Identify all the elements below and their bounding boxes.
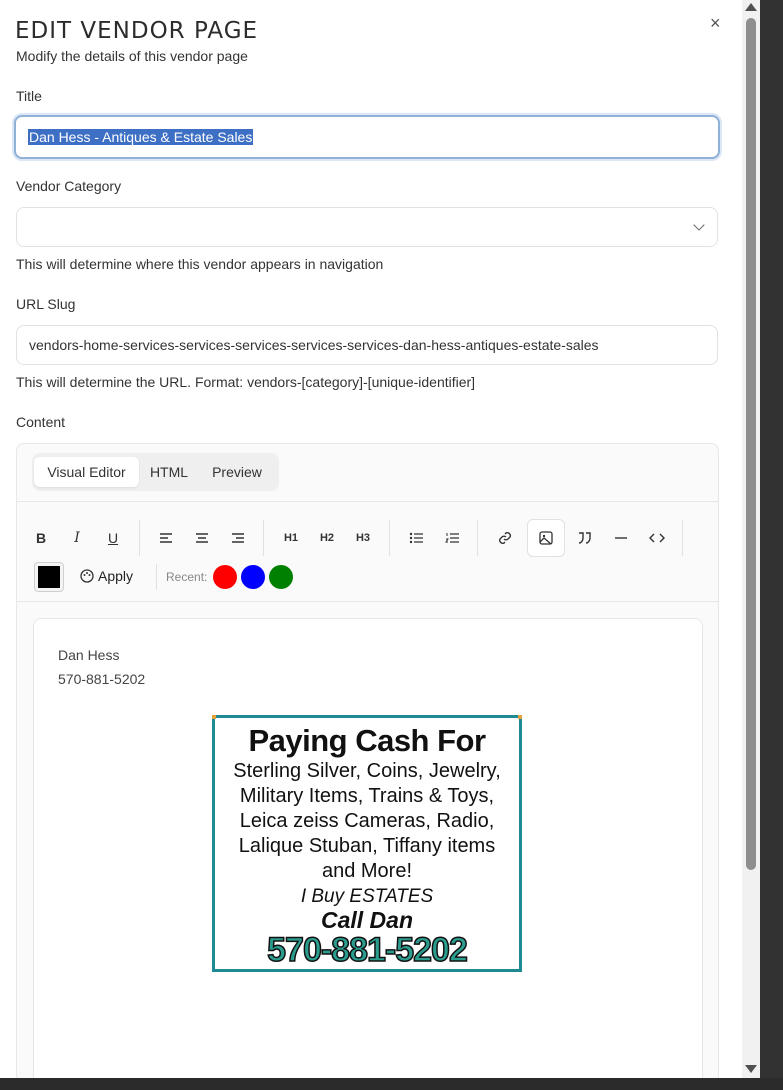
toolbar-divider-bottom	[17, 601, 718, 602]
url-slug-value: vendors-home-services-services-services-…	[29, 337, 599, 353]
scroll-down-icon[interactable]	[745, 1065, 757, 1073]
vendor-category-help: This will determine where this vendor ap…	[16, 256, 384, 272]
recent-colors-label: Recent:	[166, 570, 208, 584]
horizontal-rule-button[interactable]	[603, 520, 639, 556]
italic-button[interactable]: I	[59, 520, 95, 556]
apply-color-button[interactable]: Apply	[80, 568, 133, 584]
ad-buy-estates: I Buy ESTATES	[300, 886, 434, 907]
content-line-name: Dan Hess	[58, 647, 120, 663]
align-center-button[interactable]	[184, 520, 220, 556]
align-left-icon	[160, 533, 172, 543]
link-button[interactable]	[487, 520, 523, 556]
align-center-icon	[196, 533, 208, 543]
underline-button[interactable]: U	[95, 520, 131, 556]
heading-1-button[interactable]: H1	[273, 520, 309, 556]
tab-visual-editor[interactable]: Visual Editor	[34, 457, 139, 487]
recent-color-blue[interactable]	[241, 565, 265, 589]
content-label: Content	[16, 414, 66, 430]
code-button[interactable]	[639, 520, 675, 556]
toolbar-divider	[263, 520, 264, 556]
url-slug-help: This will determine the URL. Format: ven…	[16, 374, 476, 390]
align-right-icon	[232, 533, 244, 543]
ad-line: and More!	[321, 860, 413, 882]
text-color-picker[interactable]	[34, 562, 64, 592]
editor-content-area[interactable]: Dan Hess 570-881-5202 Paying Cash For St…	[33, 618, 703, 1078]
background-edge	[760, 0, 783, 1078]
heading-2-button[interactable]: H2	[309, 520, 345, 556]
vendor-category-select[interactable]	[16, 207, 718, 247]
toolbar-divider	[682, 520, 683, 556]
bullet-list-button[interactable]	[398, 520, 434, 556]
toolbar-divider	[477, 520, 478, 556]
recent-color-green[interactable]	[269, 565, 293, 589]
tab-preview[interactable]: Preview	[199, 457, 275, 487]
align-left-button[interactable]	[148, 520, 184, 556]
toolbar-divider	[139, 520, 140, 556]
content-line-phone: 570-881-5202	[58, 671, 146, 687]
ad-line: Leica zeiss Cameras, Radio,	[239, 810, 495, 832]
quote-button[interactable]	[567, 520, 603, 556]
toolbar-divider	[389, 520, 390, 556]
resize-handle[interactable]	[212, 715, 216, 719]
ad-line: Sterling Silver, Coins, Jewelry,	[233, 760, 501, 782]
scrollbar-thumb[interactable]	[746, 18, 756, 870]
bold-button[interactable]: B	[23, 520, 59, 556]
palette-icon	[80, 569, 94, 583]
image-button[interactable]	[527, 519, 565, 557]
numbered-list-button[interactable]	[434, 520, 470, 556]
heading-3-button[interactable]: H3	[345, 520, 381, 556]
url-slug-label: URL Slug	[16, 296, 76, 312]
code-icon	[649, 533, 665, 543]
ad-line: Military Items, Trains & Toys,	[239, 785, 495, 807]
title-input-value: Dan Hess - Antiques & Estate Sales	[28, 129, 254, 145]
url-slug-input[interactable]: vendors-home-services-services-services-…	[16, 325, 718, 365]
text-color-swatch	[38, 566, 60, 588]
ad-image[interactable]: Paying Cash For Sterling Silver, Coins, …	[212, 715, 522, 972]
align-right-button[interactable]	[220, 520, 256, 556]
edit-vendor-modal: EDIT VENDOR PAGE Modify the details of t…	[0, 0, 742, 1078]
toolbar-divider	[156, 564, 157, 590]
ad-headline: Paying Cash For	[248, 723, 486, 758]
title-label: Title	[16, 88, 42, 104]
ad-call-dan: Call Dan	[320, 907, 414, 933]
modal-subtitle: Modify the details of this vendor page	[16, 48, 248, 64]
close-icon[interactable]: ×	[710, 13, 721, 34]
tabs-divider	[17, 501, 718, 502]
horizontal-rule-icon	[615, 537, 627, 539]
ad-phone: 570-881-5202	[266, 931, 468, 969]
image-icon	[539, 531, 553, 545]
editor-tabs: Visual Editor HTML Preview	[32, 453, 279, 491]
content-editor: Visual Editor HTML Preview B I U H1 H2 H…	[16, 443, 719, 1078]
bullet-list-icon	[409, 532, 423, 544]
title-input[interactable]: Dan Hess - Antiques & Estate Sales	[14, 115, 720, 159]
quote-icon	[578, 532, 591, 544]
vendor-category-label: Vendor Category	[16, 178, 122, 194]
scroll-up-icon[interactable]	[745, 3, 757, 11]
chevron-down-icon	[693, 219, 705, 231]
bottom-bar	[0, 1078, 783, 1090]
recent-color-red[interactable]	[213, 565, 237, 589]
modal-title: EDIT VENDOR PAGE	[15, 18, 259, 44]
link-icon	[499, 532, 511, 544]
tab-html[interactable]: HTML	[141, 457, 197, 487]
apply-label: Apply	[98, 568, 134, 584]
numbered-list-icon	[444, 533, 459, 543]
ad-line: Lalique Stuban, Tiffany items	[238, 835, 496, 857]
resize-handle[interactable]	[518, 715, 522, 719]
